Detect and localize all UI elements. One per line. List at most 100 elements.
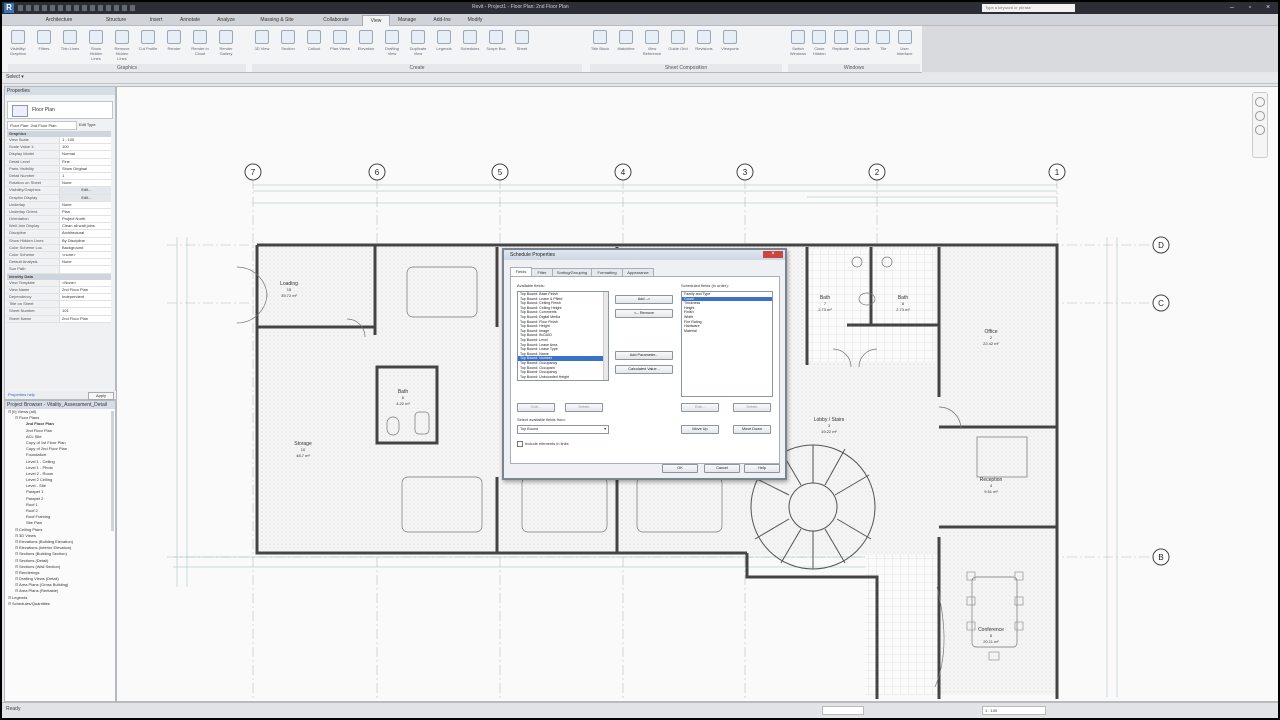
ribbon-button-matchline[interactable]: Matchline [616, 30, 636, 58]
available-fields-list[interactable]: Top Bound: Base Finish Top Bound: Lease &… [517, 291, 609, 381]
property-value[interactable]: Edit... [59, 187, 111, 194]
tab-structure[interactable]: Structure [92, 15, 140, 25]
add-parameter-button[interactable]: Add Parameter... [615, 351, 673, 360]
tab-massing-site[interactable]: Massing & Site [244, 15, 310, 25]
select-from-dropdown[interactable]: Top Bound ▾ [517, 425, 609, 434]
ribbon-button-scope-box[interactable]: Scope Box [486, 30, 506, 58]
ribbon-button-visibility-graphics[interactable]: Visibility/ Graphics [8, 30, 28, 58]
property-value[interactable] [59, 266, 111, 273]
maximize-icon[interactable]: ▫ [1242, 3, 1258, 13]
ribbon-button-render-in-cloud[interactable]: Render in Cloud [190, 30, 210, 58]
ribbon-button-cut-profile[interactable]: Cut Profile [138, 30, 158, 58]
ribbon-button-sheet[interactable]: Sheet [512, 30, 532, 58]
instance-filter[interactable]: Floor Plan: 2nd Floor Plan [7, 121, 77, 130]
property-value[interactable]: Fine [59, 158, 111, 165]
ribbon-button-replicate[interactable]: Replicate [831, 30, 851, 58]
tab-annotate[interactable]: Annotate [172, 15, 208, 25]
property-value[interactable]: <none> [59, 252, 111, 259]
ribbon-button-revisions[interactable]: Revisions [694, 30, 714, 58]
scheduled-fields-list[interactable]: Family and Type Count Thickness Height Finis… [681, 291, 773, 397]
property-value[interactable]: 1 [59, 172, 111, 180]
scale-selector[interactable]: 1 : 100 [982, 706, 1046, 715]
property-value[interactable]: 2nd Floor Plan [59, 286, 111, 293]
ribbon-button-thin-lines[interactable]: Thin Lines [60, 30, 80, 58]
quick-access-toolbar[interactable] [18, 5, 138, 11]
tab-view[interactable]: View [362, 15, 390, 26]
property-value[interactable]: None [59, 180, 111, 187]
property-value[interactable]: Show Original [59, 165, 111, 172]
available-field-item[interactable]: Top Bound: Unbounded Height [518, 375, 608, 380]
browser-item[interactable]: ⊟Schedules/Quantities [5, 601, 115, 607]
tab-modify[interactable]: Modify [460, 15, 490, 25]
property-value[interactable] [59, 301, 111, 308]
ok-button[interactable]: OK [662, 464, 698, 473]
search-input[interactable]: Type a keyword or phrase [982, 4, 1075, 12]
property-value[interactable]: None [59, 201, 111, 208]
tab-architecture[interactable]: Architecture [28, 15, 90, 25]
ribbon-button-tile[interactable]: Tile [873, 30, 893, 58]
ribbon-button-close-hidden[interactable]: Close Hidden [809, 30, 829, 58]
property-value[interactable]: Plan [59, 208, 111, 216]
delete-scheduled-button[interactable]: Delete [733, 403, 771, 412]
scheduled-field-item[interactable]: Material [682, 329, 772, 334]
tab-analyze[interactable]: Analyze [210, 15, 242, 25]
property-value[interactable]: Edit... [59, 194, 111, 201]
ribbon-button-render[interactable]: Render [164, 30, 184, 58]
property-value[interactable]: By Discipline [59, 237, 111, 244]
property-value[interactable]: Normal [59, 151, 111, 158]
ribbon-button-3d-view[interactable]: 3D View [252, 30, 272, 58]
pan-icon[interactable] [1255, 125, 1265, 135]
property-value[interactable]: 1 : 100 [59, 137, 111, 144]
minimize-icon[interactable]: – [1224, 3, 1240, 13]
navigation-bar[interactable] [1252, 92, 1268, 158]
ribbon-button-filters[interactable]: Filters [34, 30, 54, 58]
move-up-button[interactable]: Move Up [681, 425, 719, 434]
property-value[interactable]: 2nd Floor Plan [59, 315, 111, 322]
steering-wheel-icon[interactable] [1255, 97, 1265, 107]
available-fields-scrollbar[interactable] [603, 292, 608, 380]
ribbon-button-switch-windows[interactable]: Switch Windows [788, 30, 808, 58]
zoom-icon[interactable] [1255, 111, 1265, 121]
ribbon-button-drafting-view[interactable]: Drafting View [382, 30, 402, 58]
property-value[interactable]: 100 [59, 144, 111, 151]
ribbon-button-duplicate-view[interactable]: Duplicate View [408, 30, 428, 58]
ribbon-button-section[interactable]: Section [278, 30, 298, 58]
ribbon-button-plan-views[interactable]: Plan Views [330, 30, 350, 58]
apply-button[interactable]: Apply [88, 392, 114, 400]
workset-selector[interactable] [822, 706, 864, 715]
ribbon-button-schedules[interactable]: Schedules [460, 30, 480, 58]
ribbon-button-show-hidden-lines[interactable]: Show Hidden Lines [86, 30, 106, 61]
ribbon-button-guide-grid[interactable]: Guide Grid [668, 30, 688, 58]
property-value[interactable]: Clean all wall joins [59, 223, 111, 230]
ribbon-button-render-gallery[interactable]: Render Gallery [216, 30, 236, 58]
edit-type-button[interactable]: Edit Type [79, 121, 109, 128]
ribbon-button-view-reference[interactable]: View Reference [642, 30, 662, 58]
include-links-checkbox[interactable] [517, 441, 523, 447]
properties-help-link[interactable]: Properties help [8, 392, 35, 397]
tab-collaborate[interactable]: Collaborate [312, 15, 360, 25]
delete-available-button[interactable]: Delete [565, 403, 603, 412]
remove-field-button[interactable]: <-- Remove [615, 309, 673, 318]
ribbon-button-legends[interactable]: Legends [434, 30, 454, 58]
close-icon[interactable]: × [1260, 3, 1276, 13]
calculated-value-button[interactable]: Calculated Value... [615, 365, 673, 374]
project-browser-scrollbar[interactable] [111, 411, 114, 531]
property-value[interactable]: Independent [59, 293, 111, 301]
ribbon-button-user-interface[interactable]: User Interface [895, 30, 915, 58]
tab-insert[interactable]: Insert [142, 15, 170, 25]
ribbon-button-title-block[interactable]: Title Block [590, 30, 610, 58]
property-value[interactable]: Architectural [59, 230, 111, 237]
property-value[interactable]: None [59, 259, 111, 266]
edit-scheduled-button[interactable]: Edit... [681, 403, 719, 412]
add-field-button[interactable]: Add --> [615, 295, 673, 304]
edit-available-button[interactable]: Edit... [517, 403, 555, 412]
ribbon-button-remove-hidden-lines[interactable]: Remove Hidden Lines [112, 30, 132, 61]
ribbon-button-viewports[interactable]: Viewports [720, 30, 740, 58]
ribbon-button-cascade[interactable]: Cascade [852, 30, 872, 58]
dialog-close-icon[interactable]: × [763, 251, 783, 258]
ribbon-button-elevation[interactable]: Elevation [356, 30, 376, 58]
move-down-button[interactable]: Move Down [733, 425, 771, 434]
tab-manage[interactable]: Manage [390, 15, 424, 25]
type-selector[interactable]: Floor Plan [7, 101, 113, 119]
property-value[interactable]: <None> [59, 279, 111, 286]
